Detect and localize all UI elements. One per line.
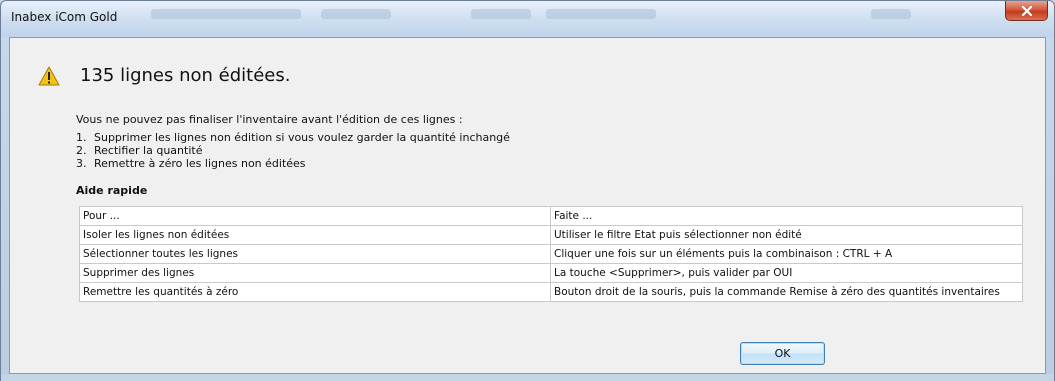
warning-icon <box>38 66 60 86</box>
table-cell: Bouton droit de la souris, puis la comma… <box>550 282 1023 302</box>
table-row: Supprimer des lignes La touche <Supprime… <box>79 263 1023 283</box>
step-number: 3. <box>76 157 87 170</box>
step-number: 1. <box>76 131 87 144</box>
table-row: Sélectionner toutes les lignes Cliquer u… <box>79 244 1023 264</box>
table-cell: Isoler les lignes non éditées <box>79 225 551 245</box>
dialog-window: Inabex iCom Gold 135 lignes non éditées.… <box>0 0 1055 381</box>
blurred-background <box>871 9 911 19</box>
table-header-row: Pour ... Faite ... <box>79 206 1023 226</box>
list-item: 1. Supprimer les lignes non édition si v… <box>76 131 510 144</box>
step-text: Rectifier la quantité <box>94 144 203 157</box>
step-text: Remettre à zéro les lignes non éditées <box>94 157 306 170</box>
steps-list: 1. Supprimer les lignes non édition si v… <box>76 131 510 170</box>
dialog-body: 135 lignes non éditées. Vous ne pouvez p… <box>9 37 1046 374</box>
step-text: Supprimer les lignes non édition si vous… <box>94 131 510 144</box>
table-cell: Remettre les quantités à zéro <box>79 282 551 302</box>
table-row: Remettre les quantités à zéro Bouton dro… <box>79 282 1023 302</box>
blurred-background <box>321 9 391 19</box>
ok-button[interactable]: OK <box>740 342 825 365</box>
intro-text: Vous ne pouvez pas finaliser l'inventair… <box>76 113 463 126</box>
list-item: 2. Rectifier la quantité <box>76 144 510 157</box>
table-row: Isoler les lignes non éditées Utiliser l… <box>79 225 1023 245</box>
title-bar[interactable]: Inabex iCom Gold <box>1 1 1054 37</box>
blurred-background <box>151 9 301 19</box>
header-cell: Pour ... <box>79 206 551 226</box>
dialog-heading: 135 lignes non éditées. <box>80 65 291 86</box>
table-cell: Supprimer des lignes <box>79 263 551 283</box>
close-button[interactable] <box>1005 1 1048 21</box>
table-cell: Cliquer une fois sur un éléments puis la… <box>550 244 1023 264</box>
blurred-background <box>546 9 656 19</box>
window-frame-bottom <box>1 374 1054 381</box>
table-cell: La touche <Supprimer>, puis valider par … <box>550 263 1023 283</box>
header-cell: Faite ... <box>550 206 1023 226</box>
table-cell: Sélectionner toutes les lignes <box>79 244 551 264</box>
help-title: Aide rapide <box>76 184 148 197</box>
close-icon <box>1021 5 1032 16</box>
window-title: Inabex iCom Gold <box>11 10 118 24</box>
table-cell: Utiliser le filtre Etat puis sélectionne… <box>550 225 1023 245</box>
help-table: Pour ... Faite ... Isoler les lignes non… <box>79 206 1023 302</box>
step-number: 2. <box>76 144 87 157</box>
list-item: 3. Remettre à zéro les lignes non éditée… <box>76 157 510 170</box>
blurred-background <box>471 9 531 19</box>
